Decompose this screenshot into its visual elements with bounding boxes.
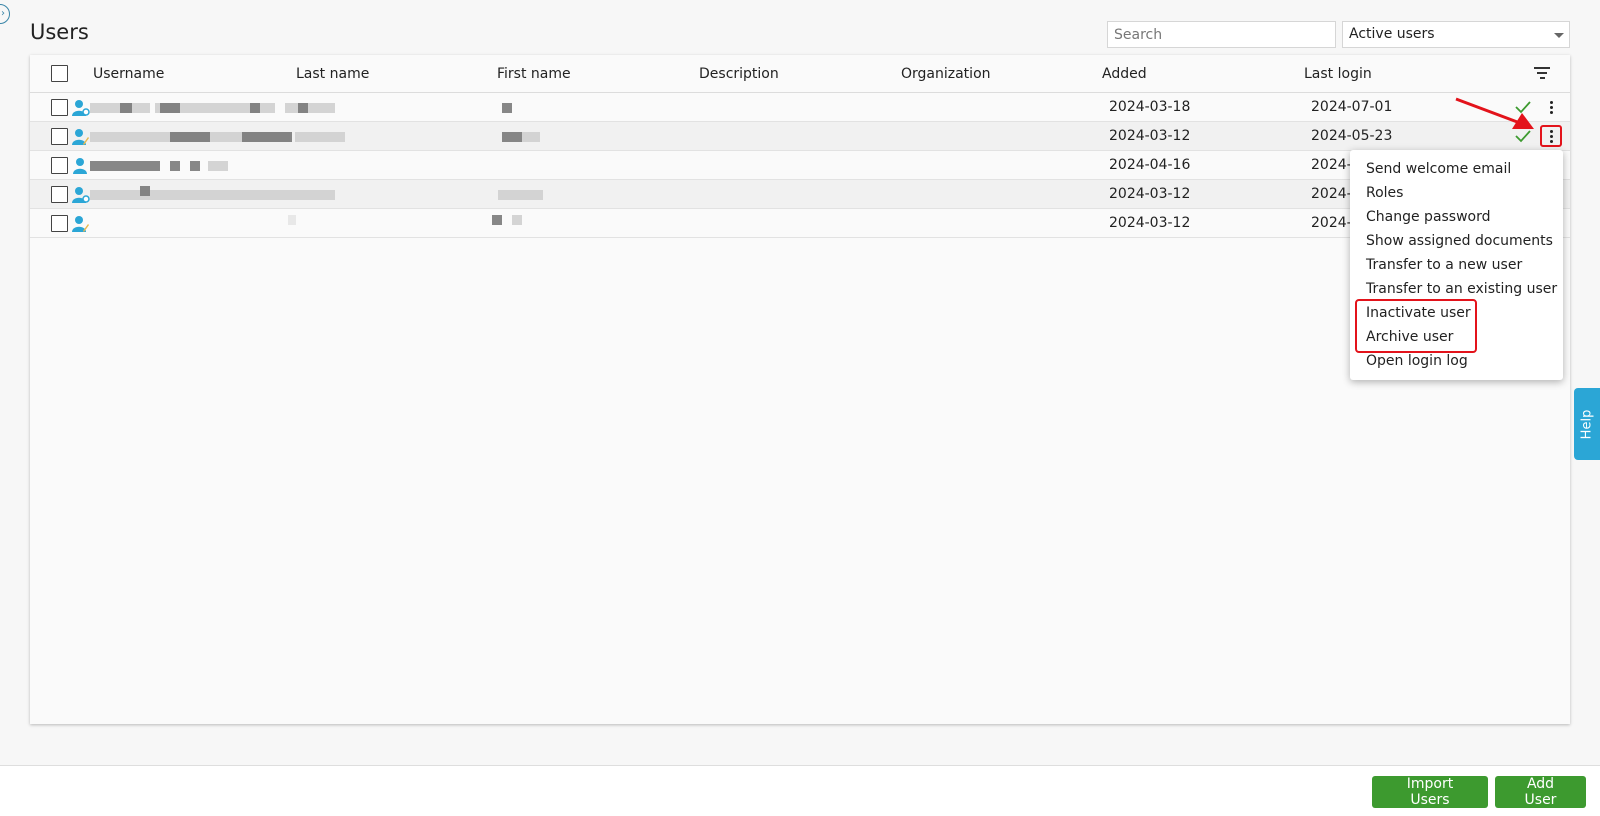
last-login-date: 2024-07-01 bbox=[1311, 99, 1393, 115]
added-date: 2024-04-16 bbox=[1109, 157, 1191, 173]
footer-bar: Import Users Add User bbox=[0, 765, 1600, 816]
added-date: 2024-03-18 bbox=[1109, 99, 1191, 115]
table-row[interactable]: 2024-03-12 2024-05-23 bbox=[30, 122, 1570, 151]
collapse-icon[interactable]: › bbox=[0, 4, 10, 24]
redacted-username bbox=[170, 161, 180, 171]
table-row[interactable]: 2024-03-12 2024- bbox=[30, 180, 1570, 209]
user-edit-icon bbox=[72, 129, 89, 145]
column-header-last-name[interactable]: Last name bbox=[296, 66, 369, 82]
redacted-username bbox=[208, 161, 228, 171]
row-checkbox[interactable] bbox=[51, 186, 68, 203]
column-header-last-login[interactable]: Last login bbox=[1304, 66, 1372, 82]
added-date: 2024-03-12 bbox=[1109, 186, 1191, 202]
user-status-select[interactable]: Active users bbox=[1342, 21, 1570, 48]
redacted-last-name bbox=[288, 215, 296, 225]
redacted-username bbox=[120, 103, 132, 113]
users-table: Username Last name First name Descriptio… bbox=[30, 55, 1570, 724]
menu-item-change-password[interactable]: Change password bbox=[1350, 205, 1563, 229]
redacted-username bbox=[190, 161, 200, 171]
row-actions-button[interactable] bbox=[1540, 125, 1562, 147]
annotation-arrow-icon bbox=[1455, 97, 1534, 129]
redacted-username bbox=[242, 132, 292, 142]
row-actions-button[interactable] bbox=[1540, 96, 1562, 118]
help-label: Help bbox=[1579, 409, 1595, 439]
redacted-last-name bbox=[285, 103, 335, 113]
chevron-down-icon bbox=[1554, 33, 1564, 38]
redacted-username bbox=[170, 132, 210, 142]
added-date: 2024-03-12 bbox=[1109, 128, 1191, 144]
redacted-first-name bbox=[502, 103, 512, 113]
redacted-first-name bbox=[512, 215, 522, 225]
table-row[interactable]: 2024-03-12 2024- bbox=[30, 209, 1570, 238]
menu-item-show-assigned-documents[interactable]: Show assigned documents bbox=[1350, 229, 1563, 253]
column-header-username[interactable]: Username bbox=[93, 66, 164, 82]
help-tab[interactable]: Help bbox=[1574, 388, 1600, 460]
redacted-first-name bbox=[502, 132, 522, 142]
filter-icon[interactable] bbox=[1534, 67, 1550, 81]
last-login-date: 2024- bbox=[1311, 186, 1352, 202]
add-user-button[interactable]: Add User bbox=[1495, 776, 1586, 808]
redacted-username bbox=[250, 103, 260, 113]
column-header-added[interactable]: Added bbox=[1102, 66, 1147, 82]
redacted-username bbox=[90, 190, 335, 200]
added-date: 2024-03-12 bbox=[1109, 215, 1191, 231]
menu-item-transfer-existing-user[interactable]: Transfer to an existing user bbox=[1350, 277, 1563, 301]
annotation-highlight-box bbox=[1355, 299, 1477, 353]
last-login-date: 2024- bbox=[1311, 157, 1352, 173]
row-checkbox[interactable] bbox=[51, 157, 68, 174]
table-header: Username Last name First name Descriptio… bbox=[30, 55, 1570, 93]
user-icon bbox=[73, 158, 87, 174]
select-all-checkbox[interactable] bbox=[51, 65, 68, 82]
column-header-first-name[interactable]: First name bbox=[497, 66, 571, 82]
column-header-organization[interactable]: Organization bbox=[901, 66, 991, 82]
column-header-description[interactable]: Description bbox=[699, 66, 779, 82]
user-edit-icon bbox=[72, 216, 89, 232]
redacted-username bbox=[90, 161, 160, 171]
page-title: Users bbox=[30, 20, 89, 44]
menu-item-send-welcome-email[interactable]: Send welcome email bbox=[1350, 157, 1563, 181]
menu-item-transfer-new-user[interactable]: Transfer to a new user bbox=[1350, 253, 1563, 277]
redacted-first-name bbox=[522, 132, 540, 142]
menu-item-roles[interactable]: Roles bbox=[1350, 181, 1563, 205]
redacted-username bbox=[160, 103, 180, 113]
table-row[interactable]: 2024-03-18 2024-07-01 bbox=[30, 93, 1570, 122]
redacted-last-name bbox=[298, 103, 308, 113]
redacted-last-name bbox=[295, 132, 345, 142]
last-login-date: 2024-05-23 bbox=[1311, 128, 1393, 144]
row-checkbox[interactable] bbox=[51, 128, 68, 145]
user-status-value: Active users bbox=[1349, 26, 1435, 42]
row-checkbox[interactable] bbox=[51, 215, 68, 232]
table-row[interactable]: 2024-04-16 2024- bbox=[30, 151, 1570, 180]
last-login-date: 2024- bbox=[1311, 215, 1352, 231]
redacted-first-name bbox=[498, 190, 543, 200]
import-users-button[interactable]: Import Users bbox=[1372, 776, 1488, 808]
row-checkbox[interactable] bbox=[51, 99, 68, 116]
user-admin-icon bbox=[72, 100, 90, 116]
search-input[interactable] bbox=[1107, 21, 1336, 48]
redacted-username bbox=[140, 186, 150, 196]
redacted-first-name bbox=[492, 215, 502, 225]
user-admin-icon bbox=[72, 187, 90, 203]
